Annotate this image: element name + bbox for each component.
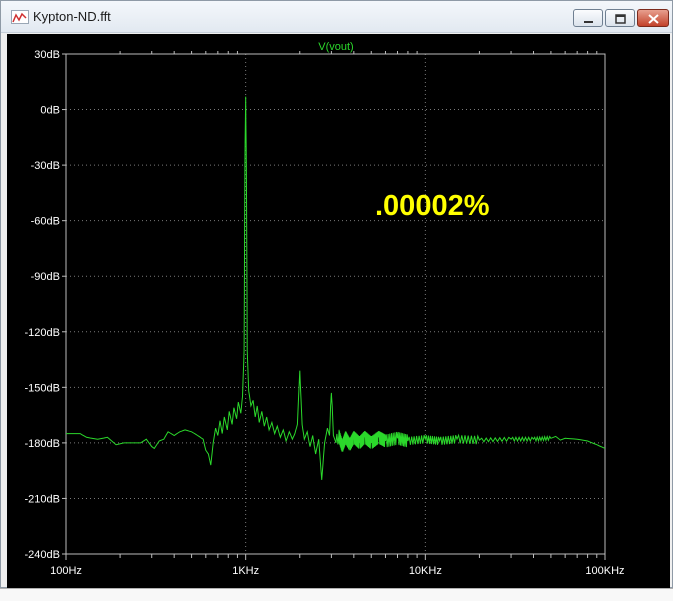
window-title: Kypton-ND.fft [33, 9, 111, 24]
y-axis-labels: 30dB 0dB -30dB -60dB -90dB -120dB -150dB -180dB… [25, 49, 66, 561]
grid-layer [66, 54, 605, 554]
close-icon [648, 14, 659, 24]
y-tick-label: -30dB [31, 160, 60, 172]
distortion-annotation: .00002% [375, 190, 490, 222]
close-button[interactable] [637, 9, 669, 27]
y-tick-label: -90dB [31, 271, 60, 283]
background-schematic-strip [0, 588, 673, 601]
chart-title[interactable]: V(vout) [318, 41, 353, 53]
minimize-button[interactable] [573, 9, 603, 27]
fft-window: Kypton-ND.fft 30dB 0dB -30dB -60dB -90dB -120… [0, 0, 673, 588]
y-tick-label: -150dB [25, 382, 60, 394]
maximize-button[interactable] [605, 9, 635, 27]
fft-chart: 30dB 0dB -30dB -60dB -90dB -120dB -150dB -180dB… [25, 41, 625, 577]
minimize-icon [584, 21, 593, 23]
y-tick-label: -180dB [25, 438, 60, 450]
y-tick-label: 30dB [34, 49, 60, 61]
y-tick-label: 0dB [40, 105, 60, 117]
restore-icon [615, 14, 626, 24]
plot-area[interactable]: 30dB 0dB -30dB -60dB -90dB -120dB -150dB -180dB… [7, 34, 670, 588]
series-line-vout [66, 96, 606, 480]
x-tick-label: 10KHz [409, 565, 442, 577]
x-tick-label: 100KHz [585, 565, 624, 577]
x-tick-label: 1KHz [232, 565, 259, 577]
y-tick-label: -60dB [31, 216, 60, 228]
y-tick-label: -240dB [25, 549, 60, 561]
title-bar[interactable]: Kypton-ND.fft [1, 1, 672, 33]
y-tick-label: -210dB [25, 493, 60, 505]
waveform-icon [11, 10, 29, 24]
plot-frame [65, 53, 606, 555]
x-tick-label: 100Hz [50, 565, 82, 577]
y-tick-label: -120dB [25, 327, 60, 339]
